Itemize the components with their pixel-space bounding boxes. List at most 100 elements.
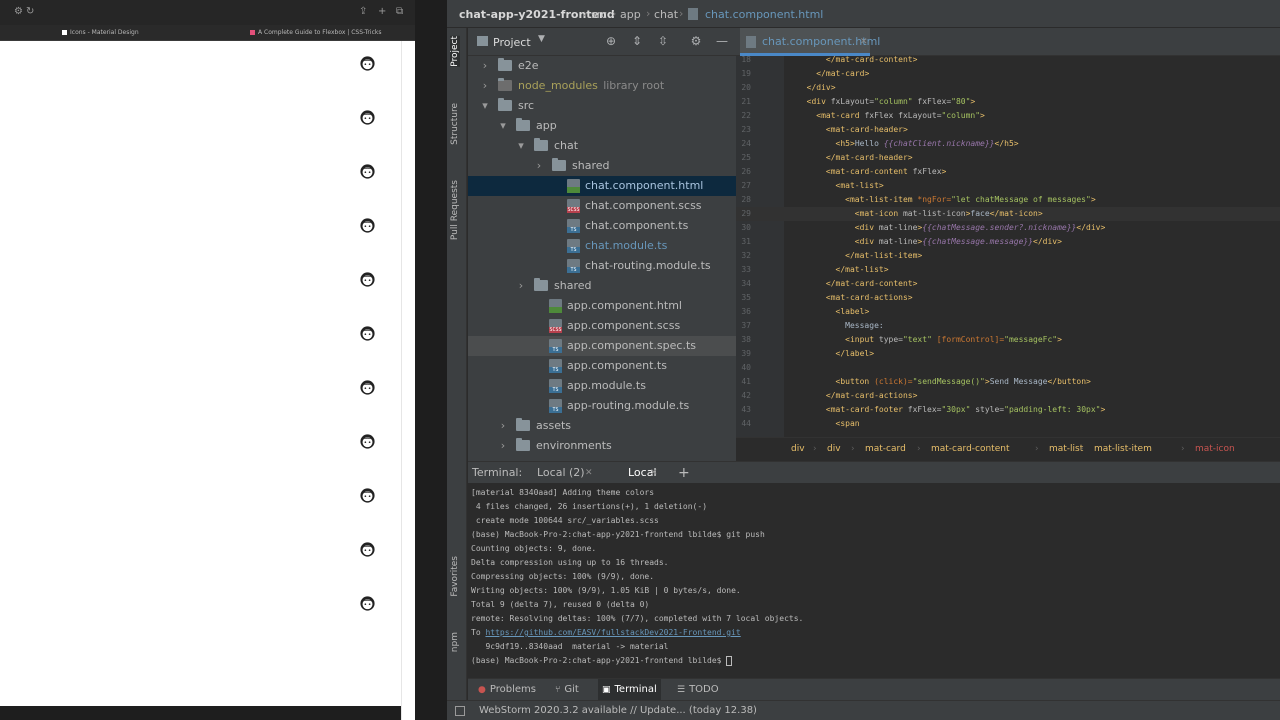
tool-tab-npm[interactable]: npm: [450, 632, 460, 652]
chevron-down-icon[interactable]: ▾: [498, 116, 508, 136]
code-line[interactable]: 32 </mat-list-item>: [736, 249, 1280, 263]
tree-folder[interactable]: › e2e: [468, 56, 736, 76]
chevron-right-icon[interactable]: ›: [516, 276, 526, 296]
tool-tab-pull-requests[interactable]: Pull Requests: [450, 180, 460, 240]
tool-tab-todo[interactable]: ☰ TODO: [677, 679, 719, 701]
tree-file[interactable]: TS chat-routing.module.ts: [468, 256, 736, 276]
terminal-output[interactable]: [material 8340aad] Adding theme colors 4…: [468, 483, 1280, 678]
tag-breadcrumb-item[interactable]: div: [791, 438, 805, 460]
code-line[interactable]: 24 <h5>Hello {{chatClient.nickname}}</h5…: [736, 137, 1280, 151]
chevron-down-icon[interactable]: ▼: [538, 34, 545, 44]
tool-tab-problems[interactable]: ● Problems: [478, 679, 536, 701]
tree-folder[interactable]: › shared: [468, 276, 736, 296]
tree-file[interactable]: TS app-routing.module.ts: [468, 396, 736, 416]
tree-folder[interactable]: › shared: [468, 156, 736, 176]
editor-tab[interactable]: chat.component.html ✕: [740, 28, 880, 56]
code-line[interactable]: 22 <mat-card fxFlex fxLayout="column">: [736, 109, 1280, 123]
breadcrumb-app[interactable]: app: [620, 8, 641, 21]
tree-folder[interactable]: ▾ chat: [468, 136, 736, 156]
browser-scrollbar[interactable]: [401, 41, 415, 720]
tree-file[interactable]: TS app.component.ts: [468, 356, 736, 376]
tool-tab-git[interactable]: ⑂ Git: [555, 679, 579, 701]
code-line[interactable]: 38 <input type="text" [formControl]="mes…: [736, 333, 1280, 347]
code-line[interactable]: 20 </div>: [736, 81, 1280, 95]
tag-breadcrumb-item[interactable]: mat-card: [865, 438, 906, 460]
collapse-all-icon[interactable]: ⇳: [656, 34, 670, 48]
breadcrumb-src[interactable]: src: [591, 8, 607, 21]
terminal-link[interactable]: https://github.com/EASV/fullstackDev2021…: [485, 628, 740, 637]
code-line[interactable]: 41 <button (click)="sendMessage()">Send …: [736, 375, 1280, 389]
hide-icon[interactable]: —: [715, 34, 729, 48]
code-line[interactable]: 30 <div mat-line>{{chatMessage.sender?.n…: [736, 221, 1280, 235]
code-line[interactable]: 31 <div mat-line>{{chatMessage.message}}…: [736, 235, 1280, 249]
tree-folder[interactable]: › environments: [468, 436, 736, 456]
code-line[interactable]: 34 </mat-card-content>: [736, 277, 1280, 291]
tree-folder[interactable]: › node_modules library root: [468, 76, 736, 96]
tree-file[interactable]: SCSS chat.component.scss: [468, 196, 736, 216]
status-message[interactable]: WebStorm 2020.3.2 available // Update...…: [479, 701, 757, 720]
tool-tab-terminal[interactable]: ▣ Terminal: [598, 679, 661, 701]
chevron-down-icon[interactable]: ▾: [480, 96, 490, 116]
chevron-right-icon[interactable]: ›: [480, 56, 490, 76]
tree-folder[interactable]: › assets: [468, 416, 736, 436]
tree-file[interactable]: TS app.module.ts: [468, 376, 736, 396]
code-line[interactable]: 25 </mat-card-header>: [736, 151, 1280, 165]
chevron-right-icon[interactable]: ›: [534, 156, 544, 176]
chevron-down-icon[interactable]: ▾: [516, 136, 526, 156]
add-terminal-icon[interactable]: +: [678, 462, 690, 484]
tool-tab-structure[interactable]: Structure: [450, 103, 460, 145]
tree-file[interactable]: app.component.html: [468, 296, 736, 316]
new-tab-icon[interactable]: +: [378, 6, 386, 18]
tag-breadcrumb-item[interactable]: mat-list: [1049, 438, 1083, 460]
code-line[interactable]: 27 <mat-list>: [736, 179, 1280, 193]
extension-icon[interactable]: ⚙: [14, 6, 23, 18]
code-line[interactable]: 23 <mat-card-header>: [736, 123, 1280, 137]
gear-icon[interactable]: ⚙: [689, 34, 703, 48]
tab-overview-icon[interactable]: ⧉: [396, 6, 403, 18]
code-line[interactable]: 39 </label>: [736, 347, 1280, 361]
code-line[interactable]: 35 <mat-card-actions>: [736, 291, 1280, 305]
tag-breadcrumb-item[interactable]: mat-list-item: [1094, 438, 1152, 460]
close-icon[interactable]: ✕: [650, 462, 658, 484]
code-line[interactable]: 33 </mat-list>: [736, 263, 1280, 277]
tree-folder[interactable]: ▾ src: [468, 96, 736, 116]
close-icon[interactable]: ✕: [860, 28, 868, 56]
chevron-right-icon[interactable]: ›: [498, 416, 508, 436]
terminal-tab-local-2[interactable]: Local (2): [537, 462, 585, 484]
code-line[interactable]: 43 <mat-card-footer fxFlex="30px" style=…: [736, 403, 1280, 417]
tree-file[interactable]: chat.component.html: [468, 176, 736, 196]
tree-file[interactable]: TS chat.module.ts: [468, 236, 736, 256]
status-toggle-icon[interactable]: [455, 706, 465, 716]
tree-file[interactable]: SCSS app.component.scss: [468, 316, 736, 336]
tag-breadcrumb-item[interactable]: mat-icon: [1195, 438, 1235, 460]
tree-folder[interactable]: ▾ app: [468, 116, 736, 136]
code-line[interactable]: 36 <label>: [736, 305, 1280, 319]
share-icon[interactable]: ⇪: [359, 6, 367, 18]
close-icon[interactable]: ✕: [585, 462, 593, 484]
reload-icon[interactable]: ↻: [26, 6, 34, 18]
browser-tab[interactable]: A Complete Guide to Flexbox | CSS-Tricks: [250, 27, 381, 39]
breadcrumb-file[interactable]: chat.component.html: [705, 8, 823, 21]
code-line[interactable]: 29 <mat-icon mat-list-icon>face</mat-ico…: [736, 207, 1280, 221]
browser-tab[interactable]: Icons - Material Design: [62, 27, 139, 39]
tree-file[interactable]: TS chat.component.ts: [468, 216, 736, 236]
chevron-right-icon[interactable]: ›: [480, 76, 490, 96]
code-line[interactable]: 40: [736, 361, 1280, 375]
tag-breadcrumb-item[interactable]: div: [827, 438, 841, 460]
tree-file[interactable]: TS app.component.spec.ts: [468, 336, 736, 356]
tool-tab-project[interactable]: Project: [450, 36, 460, 67]
tool-tab-favorites[interactable]: Favorites: [450, 556, 460, 597]
code-editor[interactable]: 18 </mat-card-content> 19 </mat-card> 20 <…: [736, 56, 1280, 437]
code-line[interactable]: 21 <div fxLayout="column" fxFlex="80">: [736, 95, 1280, 109]
code-line[interactable]: 42 </mat-card-actions>: [736, 389, 1280, 403]
code-line[interactable]: 44 <span: [736, 417, 1280, 431]
code-line[interactable]: 37 Message:: [736, 319, 1280, 333]
code-line[interactable]: 28 <mat-list-item *ngFor="let chatMessag…: [736, 193, 1280, 207]
tag-breadcrumb-item[interactable]: mat-card-content: [931, 438, 1009, 460]
project-panel-title[interactable]: Project: [493, 36, 531, 49]
expand-all-icon[interactable]: ⇕: [630, 34, 644, 48]
chevron-right-icon[interactable]: ›: [498, 436, 508, 456]
code-line[interactable]: 18 </mat-card-content>: [736, 56, 1280, 67]
code-line[interactable]: 19 </mat-card>: [736, 67, 1280, 81]
breadcrumb-chat[interactable]: chat: [654, 8, 678, 21]
